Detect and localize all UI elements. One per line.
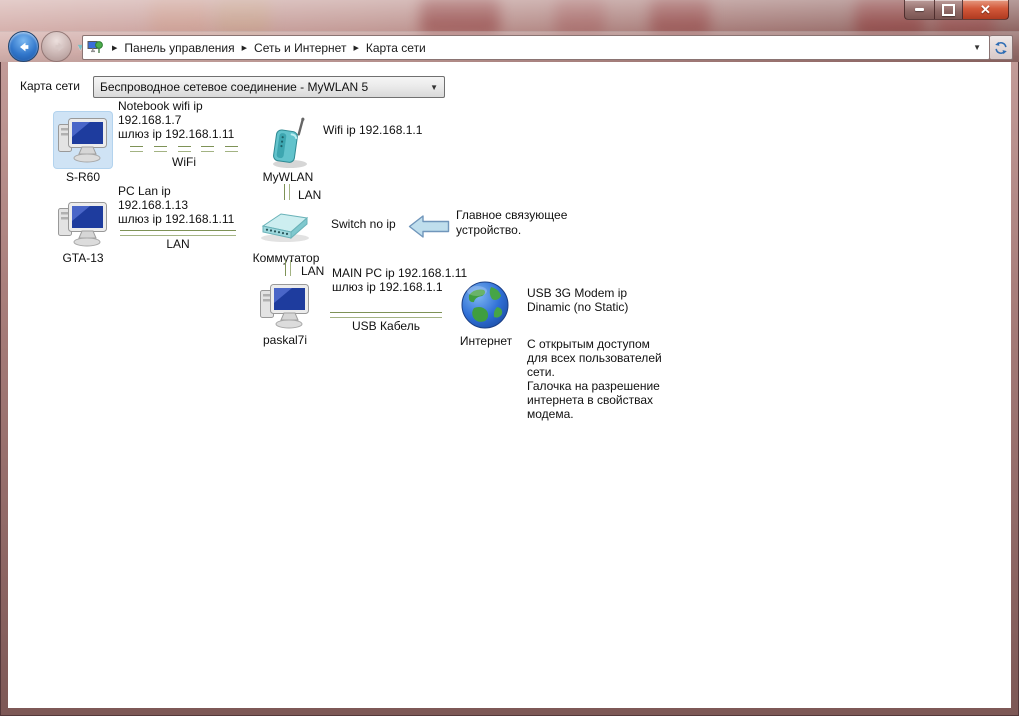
network-selector-dropdown[interactable]: Беспроводное сетевое соединение - MyWLAN… bbox=[93, 76, 445, 98]
globe-icon bbox=[461, 281, 509, 329]
forward-arrow-icon bbox=[55, 42, 64, 51]
breadcrumb-separator: ▶ bbox=[241, 44, 248, 52]
lan-link bbox=[285, 260, 291, 276]
device-gta-13[interactable] bbox=[54, 198, 112, 250]
lan-link-label: LAN bbox=[301, 264, 325, 278]
maximize-button[interactable] bbox=[935, 0, 963, 20]
network-map-window: ✕ ▼ ▶ Панель управления ▶ Сеть и Интерне… bbox=[0, 0, 1019, 716]
device-label: paskal7i bbox=[262, 333, 308, 347]
device-kommutator[interactable] bbox=[254, 208, 316, 244]
usb-link-label: USB Кабель bbox=[352, 319, 420, 333]
address-dropdown-arrow[interactable]: ▼ bbox=[973, 43, 981, 52]
usb-link bbox=[330, 312, 442, 318]
device-label: MyWLAN bbox=[262, 170, 314, 184]
minimize-icon bbox=[915, 8, 924, 11]
lan-link bbox=[120, 230, 236, 236]
device-paskal7i[interactable] bbox=[256, 281, 314, 331]
breadcrumb-item-control-panel[interactable]: Панель управления bbox=[122, 39, 236, 57]
computer-icon bbox=[58, 118, 107, 163]
device-note: MAIN PC ip 192.168.1.11 шлюз ip 192.168.… bbox=[332, 266, 468, 294]
switch-icon bbox=[261, 213, 309, 242]
network-selector-value: Беспроводное сетевое соединение - MyWLAN… bbox=[100, 80, 369, 94]
map-type-label: Карта сети bbox=[20, 79, 80, 93]
router-icon bbox=[273, 117, 307, 168]
wifi-link bbox=[130, 146, 238, 152]
device-s-r60[interactable] bbox=[54, 112, 112, 168]
computer-icon bbox=[58, 202, 107, 247]
refresh-icon bbox=[995, 41, 1007, 54]
computer-icon bbox=[260, 284, 309, 329]
breadcrumb-separator: ▶ bbox=[353, 44, 359, 52]
back-arrow-icon bbox=[19, 42, 28, 51]
device-internet[interactable] bbox=[460, 280, 510, 330]
lan-link-label: LAN bbox=[298, 188, 322, 202]
minimize-button[interactable] bbox=[904, 0, 935, 20]
breadcrumb-item-network-internet[interactable]: Сеть и Интернет bbox=[252, 39, 348, 57]
annotation-arrow-icon bbox=[408, 213, 450, 245]
lan-link-label: LAN bbox=[166, 237, 190, 251]
maximize-icon bbox=[942, 3, 955, 16]
device-note: Wifi ip 192.168.1.1 bbox=[323, 123, 423, 137]
device-note: Switch no ip bbox=[331, 217, 396, 231]
device-label: Интернет bbox=[459, 334, 513, 348]
device-label: GTA-13 bbox=[62, 251, 104, 265]
chevron-down-icon: ▼ bbox=[430, 82, 438, 92]
network-map-icon bbox=[87, 40, 103, 55]
breadcrumb-separator: ▶ bbox=[112, 44, 118, 52]
back-button[interactable] bbox=[8, 31, 39, 62]
breadcrumb-item-network-map[interactable]: Карта сети bbox=[364, 39, 428, 57]
device-note: Notebook wifi ip 192.168.1.7 шлюз ip 192… bbox=[118, 99, 235, 141]
device-note: PC Lan ip 192.168.1.13 шлюз ip 192.168.1… bbox=[118, 184, 235, 226]
wifi-link-label: WiFi bbox=[172, 155, 196, 169]
address-bar[interactable]: ▶ Панель управления ▶ Сеть и Интернет ▶ … bbox=[82, 35, 990, 60]
titlebar-shine bbox=[0, 0, 1019, 30]
internet-description: С открытым доступом для всех пользовател… bbox=[527, 337, 662, 421]
close-icon: ✕ bbox=[980, 1, 991, 17]
device-label: S-R60 bbox=[65, 170, 100, 184]
navigation: ▼ bbox=[8, 31, 85, 62]
refresh-button[interactable] bbox=[990, 35, 1013, 60]
device-note: USB 3G Modem ip Dinamic (no Static) bbox=[527, 286, 629, 314]
window-controls: ✕ bbox=[904, 0, 1009, 20]
lan-link bbox=[284, 184, 290, 200]
close-button[interactable]: ✕ bbox=[963, 0, 1009, 20]
device-mywlan[interactable] bbox=[258, 114, 318, 170]
annotation-text: Главное связующее устройство. bbox=[456, 208, 568, 237]
network-map-canvas: Карта сети Беспроводное сетевое соединен… bbox=[8, 62, 1011, 708]
forward-button[interactable] bbox=[41, 31, 72, 62]
